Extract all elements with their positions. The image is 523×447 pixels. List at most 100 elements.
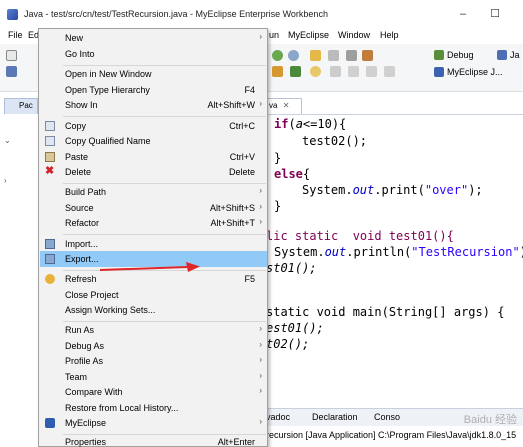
tool-icon[interactable] [272,66,283,77]
menu-item-label: Export... [65,254,99,264]
menu-item-myeclipse[interactable]: MyEclipse › [40,415,267,431]
package-explorer-panel[interactable]: ⌄ › [0,114,40,414]
tree-expand-icon[interactable]: ⌄ [4,136,14,146]
code-string: "TestRecursion" [411,245,520,259]
code-text: System. [302,183,353,197]
menu-separator [63,234,266,235]
menu-item-label: Refactor [65,218,100,228]
editor-tab[interactable]: va ✕ [262,98,302,114]
code-var: a [295,117,303,131]
menu-item-go-into[interactable]: Go Into [40,46,267,62]
grid-icon[interactable] [366,66,377,77]
globe-icon[interactable] [288,50,299,61]
pin-icon[interactable] [330,66,341,77]
code-keyword: if [274,117,289,131]
menu-item-label: Compare With [65,387,123,397]
import-icon [45,239,55,249]
menu-item-label: Restore from Local History... [65,403,179,413]
minimize-button[interactable]: – [454,6,472,22]
tree-collapse-icon[interactable]: › [4,176,14,186]
tab-declaration[interactable]: Declaration [312,412,358,422]
menu-item-open-in-new-window[interactable]: Open in New Window [40,66,267,82]
java-perspective-icon [497,50,507,60]
menu-item-restore-local-history[interactable]: Restore from Local History... [40,400,267,416]
console-view[interactable]: recursion [Java Application] C:\Program … [262,426,523,447]
editor-tab-label: va [269,101,278,110]
deploy-icon[interactable] [346,50,357,61]
folder-icon[interactable] [310,50,321,61]
code-text: System. [274,245,325,259]
refresh-icon [45,274,55,284]
menu-item-assign-working-sets[interactable]: Assign Working Sets... [40,302,267,318]
menu-myeclipse[interactable]: MyEclipse [288,30,329,40]
menu-item-open-type-hierarchy[interactable]: Open Type Hierarchy F4 [40,82,267,98]
menu-item-shortcut: Alt+Shift+S [209,203,255,213]
menu-help[interactable]: Help [380,30,399,40]
menu-item-properties[interactable]: Properties Alt+Enter [40,434,267,447]
search-icon[interactable] [328,50,339,61]
menu-item-close-project[interactable]: Close Project [40,287,267,303]
code-text: ); [468,183,483,197]
window-title: Java - test/src/cn/test/TestRecursion.ja… [24,9,328,19]
menu-item-show-in[interactable]: Show In Alt+Shift+W › [40,97,267,113]
menu-item-label: New [65,33,84,43]
menu-item-label: Assign Working Sets... [65,305,156,315]
submenu-arrow-icon: › [259,386,262,395]
menu-item-label: Go Into [65,49,95,59]
menu-item-copy-qualified-name[interactable]: Copy Qualified Name [40,133,267,149]
pencil-icon[interactable] [290,66,301,77]
code-line: System.out.println("TestRecursion") [274,245,523,259]
tab-javadoc[interactable]: vadoc [266,412,290,422]
menu-item-refactor[interactable]: Refactor Alt+Shift+T › [40,215,267,231]
close-icon[interactable]: ✕ [283,101,290,110]
menu-item-label: Open Type Hierarchy [65,85,150,95]
package-explorer-tab[interactable]: Pac [4,98,38,114]
code-line: if(a<=10){ [274,117,347,131]
panel-icon[interactable] [384,66,395,77]
submenu-arrow-icon: › [259,217,262,226]
myeclipse-app-icon [7,9,18,20]
menu-item-compare-with[interactable]: Compare With › [40,384,267,400]
perspective-java[interactable]: Ja [497,50,520,60]
perspective-debug[interactable]: Debug [434,50,474,60]
export-icon [45,254,55,264]
menu-item-new[interactable]: New › [40,30,267,46]
code-line: st01(); [266,261,317,275]
server-icon[interactable] [362,50,373,61]
code-text: .println( [346,245,412,259]
menu-item-copy[interactable]: Copy Ctrl+C [40,118,267,134]
tab-console[interactable]: Conso [374,412,400,422]
menu-item-build-path[interactable]: Build Path › [40,184,267,200]
perspective-myeclipse[interactable]: MyEclipse J... [434,67,503,77]
code-editor[interactable]: if(a<=10){ test02(); } else{ System.out.… [262,114,523,406]
menu-item-run-as[interactable]: Run As › [40,322,267,338]
code-line: lic static void test01(){ [266,229,454,243]
menu-run[interactable]: un [269,30,279,40]
code-line: est01(); [266,321,324,335]
menu-item-profile-as[interactable]: Profile As › [40,353,267,369]
menu-item-shortcut: Alt+Shift+W [207,100,255,110]
menu-item-label: Run As [65,325,95,335]
code-text: .print( [374,183,425,197]
menu-item-delete[interactable]: ✖ Delete Delete [40,164,267,180]
menu-window[interactable]: Window [338,30,370,40]
bulb-icon[interactable] [310,66,321,77]
menu-separator [63,116,266,117]
myeclipse-icon [45,418,55,428]
menu-item-label: Team [65,372,88,382]
menu-file[interactable]: File [8,30,23,40]
run-icon[interactable] [272,50,283,61]
menu-item-team[interactable]: Team › [40,369,267,385]
layout-icon[interactable] [348,66,359,77]
menu-item-label: Show In [65,100,98,110]
new-icon[interactable] [6,50,17,61]
menu-item-shortcut: Delete [228,167,255,177]
menu-item-source[interactable]: Source Alt+Shift+S › [40,200,267,216]
open-type-icon[interactable] [6,66,17,77]
menu-item-label: Import... [65,239,99,249]
menu-item-paste[interactable]: Paste Ctrl+V [40,149,267,165]
maximize-button[interactable]: ☐ [486,6,504,22]
menu-item-import[interactable]: Import... [40,236,267,252]
title-bar: Java - test/src/cn/test/TestRecursion.ja… [0,0,523,28]
menu-item-debug-as[interactable]: Debug As › [40,338,267,354]
